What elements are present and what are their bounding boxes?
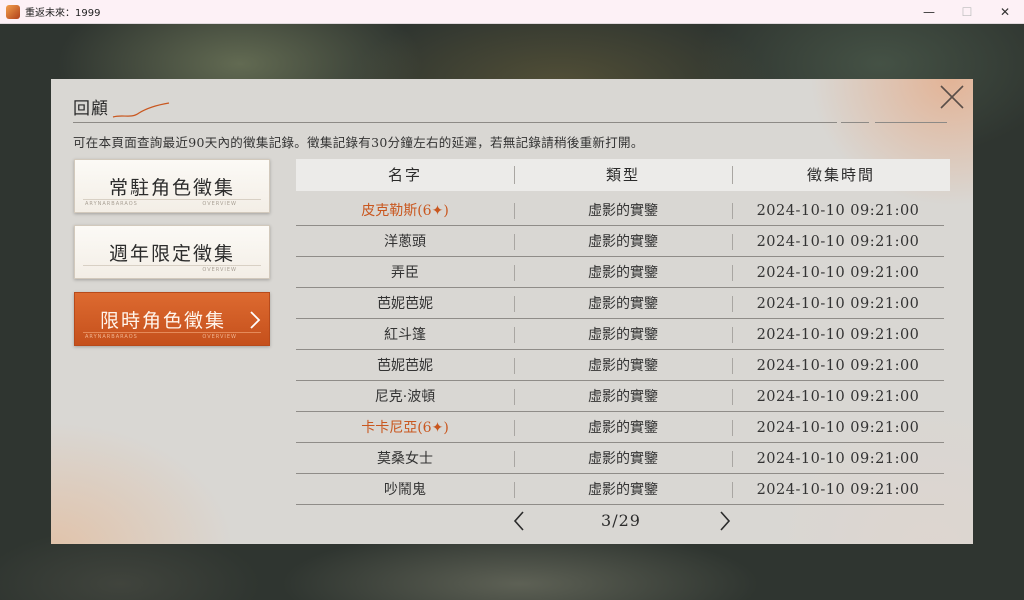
anniversary-summon-button[interactable]: 週年限定徵集 OVERVIEW [74,225,270,279]
row-type: 虛影的實鑒 [588,482,658,498]
row-type: 虛影的實鑒 [588,203,658,219]
table-row: 吵鬧鬼 虛影的實鑒 2024-10-10 09:21:00 [296,474,944,505]
row-name: 吵鬧鬼 [384,482,426,498]
table-row: 紅斗篷 虛影的實鑒 2024-10-10 09:21:00 [296,319,944,350]
row-time: 2024-10-10 09:21:00 [756,389,920,405]
row-type: 虛影的實鑒 [588,327,658,343]
app-icon [6,4,20,19]
row-name: 芭妮芭妮 [377,296,433,312]
button-subtext: OVERVIEW [202,267,237,273]
table-row: 芭妮芭妮 虛影的實鑒 2024-10-10 09:21:00 [296,288,944,319]
button-decoration [83,199,261,200]
row-type: 虛影的實鑒 [588,296,658,312]
row-type: 虛影的實鑒 [588,234,658,250]
next-page-icon[interactable] [717,510,733,532]
title-underline-segment [875,122,947,123]
table-row: 尼克·波頓 虛影的實鑒 2024-10-10 09:21:00 [296,381,944,412]
window-title: 重返未來：1999 [25,8,101,19]
title-underline [73,122,837,123]
previous-page-icon[interactable] [511,510,527,532]
panel-title: 回顧 [73,99,109,119]
category-label: 週年限定徵集 [108,242,235,265]
table-row: 芭妮芭妮 虛影的實鑒 2024-10-10 09:21:00 [296,350,944,381]
button-subtext: ARYNARBARAOS [85,334,138,340]
table-header: 名字 類型 徵集時間 [296,159,950,191]
row-time: 2024-10-10 09:21:00 [756,203,920,219]
row-name: 芭妮芭妮 [377,358,433,374]
row-time: 2024-10-10 09:21:00 [756,358,920,374]
window-close-button[interactable]: ✕ [986,0,1024,24]
row-name: 弄臣 [391,265,419,281]
button-subtext: OVERVIEW [202,334,237,340]
row-time: 2024-10-10 09:21:00 [756,234,920,250]
button-subtext: ARYNARBARAOS [85,201,138,207]
row-type: 虛影的實鑒 [588,420,658,436]
row-name: 尼克·波頓 [374,389,436,405]
panel-description: 可在本頁面查詢最近90天內的徵集記錄。徵集記錄有30分鐘左右的延遲，若無記錄請稍… [73,135,644,150]
summon-history-panel: 回顧 可在本頁面查詢最近90天內的徵集記錄。徵集記錄有30分鐘左右的延遲，若無記… [51,79,973,544]
close-icon[interactable] [938,83,966,111]
row-type: 虛影的實鑒 [588,389,658,405]
table-row: 皮克勒斯(6✦) 虛影的實鑒 2024-10-10 09:21:00 [296,195,944,226]
maximize-button[interactable]: ☐ [948,0,986,24]
column-header-name: 名字 [387,166,422,184]
category-label: 常駐角色徵集 [108,176,235,199]
button-subtext: OVERVIEW [202,201,237,207]
column-header-time: 徵集時間 [806,166,875,184]
row-name: 卡卡尼亞(6✦) [361,420,449,436]
chevron-right-icon [250,311,261,329]
category-label: 限時角色徵集 [99,309,226,332]
window-controls: — ☐ ✕ [910,0,1024,24]
row-type: 虛影的實鑒 [588,451,658,467]
row-name: 莫桑女士 [377,451,433,467]
column-header-type: 類型 [605,166,640,184]
row-type: 虛影的實鑒 [588,358,658,374]
window-titlebar: 重返未來：1999 — ☐ ✕ [0,0,1024,24]
row-time: 2024-10-10 09:21:00 [756,296,920,312]
row-time: 2024-10-10 09:21:00 [756,420,920,436]
table-row: 洋蔥頭 虛影的實鑒 2024-10-10 09:21:00 [296,226,944,257]
limited-summon-button[interactable]: 限時角色徵集 ARYNARBARAOS OVERVIEW [74,292,270,346]
row-name: 皮克勒斯(6✦) [361,203,449,219]
page-indicator: 3/29 [601,511,641,530]
minimize-button[interactable]: — [910,0,948,24]
button-decoration [83,332,261,333]
row-time: 2024-10-10 09:21:00 [756,451,920,467]
title-underline-segment [841,122,869,123]
table-row: 卡卡尼亞(6✦) 虛影的實鑒 2024-10-10 09:21:00 [296,412,944,443]
row-type: 虛影的實鑒 [588,265,658,281]
row-name: 洋蔥頭 [384,234,426,250]
button-decoration [83,265,261,266]
title-swoosh-decoration [112,102,170,118]
row-time: 2024-10-10 09:21:00 [756,265,920,281]
row-name: 紅斗篷 [384,327,426,343]
row-time: 2024-10-10 09:21:00 [756,482,920,498]
row-time: 2024-10-10 09:21:00 [756,327,920,343]
table-row: 莫桑女士 虛影的實鑒 2024-10-10 09:21:00 [296,443,944,474]
standard-summon-button[interactable]: 常駐角色徵集 ARYNARBARAOS OVERVIEW [74,159,270,213]
table-row: 弄臣 虛影的實鑒 2024-10-10 09:21:00 [296,257,944,288]
